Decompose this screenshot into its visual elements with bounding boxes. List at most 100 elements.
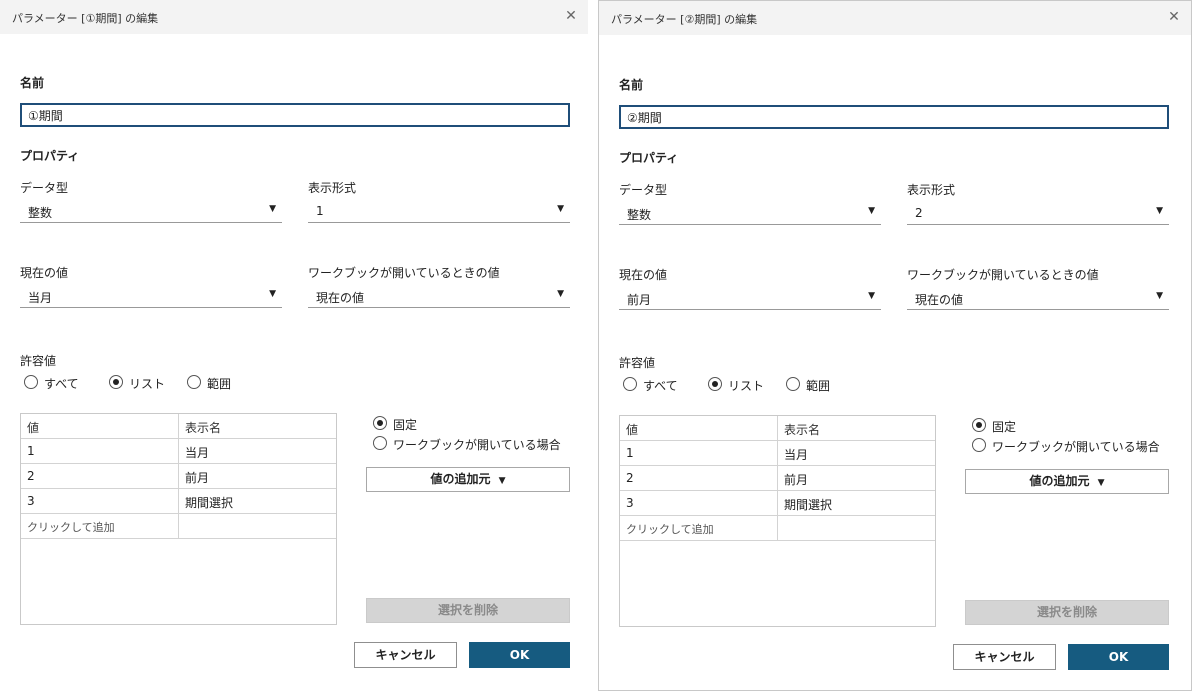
values-table: 値 表示名 1 当月 2 前月 3 期間選択 クリックして追加 bbox=[20, 413, 337, 625]
current-value-value: 前月 bbox=[627, 293, 652, 307]
data-type-select[interactable]: 整数 ▼ bbox=[619, 201, 881, 225]
current-value-value: 当月 bbox=[28, 291, 53, 305]
data-type-value: 整数 bbox=[627, 208, 652, 222]
dialog-title: パラメーター [①期間] の編集 bbox=[12, 12, 159, 25]
table-cell-value[interactable]: 1 bbox=[620, 441, 778, 466]
workbook-open-value-select[interactable]: 現在の値 ▼ bbox=[907, 286, 1169, 310]
chevron-down-icon: ▼ bbox=[498, 476, 506, 486]
radio-selected-icon bbox=[109, 375, 123, 389]
column-header-value[interactable]: 値 bbox=[21, 414, 179, 439]
workbook-open-value: 現在の値 bbox=[915, 293, 964, 307]
radio-label: 範囲 bbox=[806, 379, 831, 393]
table-cell-value[interactable]: 2 bbox=[620, 466, 778, 491]
click-to-add-cell[interactable]: クリックして追加 bbox=[620, 516, 778, 541]
radio-icon bbox=[972, 438, 986, 452]
edit-parameter-dialog-2: パラメーター [②期間] の編集 ✕ 名前 プロパティ データ型 整数 ▼ 表示… bbox=[598, 0, 1192, 691]
properties-label: プロパティ bbox=[20, 149, 80, 163]
table-header-row: 値 表示名 bbox=[21, 414, 336, 439]
dialog-titlebar: パラメーター [①期間] の編集 ✕ bbox=[0, 0, 588, 34]
table-cell-display-name[interactable]: 当月 bbox=[179, 439, 336, 464]
table-row[interactable]: 3 期間選択 bbox=[21, 489, 336, 514]
table-row[interactable]: 2 前月 bbox=[620, 466, 935, 491]
radio-icon bbox=[187, 375, 201, 389]
display-format-select[interactable]: 1 ▼ bbox=[308, 199, 570, 223]
display-format-label: 表示形式 bbox=[308, 181, 357, 195]
properties-label: プロパティ bbox=[619, 151, 679, 165]
current-value-select[interactable]: 前月 ▼ bbox=[619, 286, 881, 310]
current-value-select[interactable]: 当月 ▼ bbox=[20, 284, 282, 308]
allowed-values-label: 許容値 bbox=[20, 354, 57, 368]
dialog-titlebar: パラメーター [②期間] の編集 ✕ bbox=[599, 1, 1191, 35]
add-values-from-label: 値の追加元 bbox=[430, 472, 491, 486]
display-format-label: 表示形式 bbox=[907, 183, 956, 197]
radio-icon bbox=[373, 436, 387, 450]
add-values-from-button[interactable]: 値の追加元 ▼ bbox=[366, 467, 570, 492]
ok-button[interactable]: OK bbox=[469, 642, 570, 668]
table-cell-value[interactable]: 2 bbox=[21, 464, 179, 489]
table-row[interactable]: 3 期間選択 bbox=[620, 491, 935, 516]
table-cell-value[interactable]: 1 bbox=[21, 439, 179, 464]
chevron-down-icon: ▼ bbox=[868, 206, 875, 216]
ok-button[interactable]: OK bbox=[1068, 644, 1169, 670]
chevron-down-icon: ▼ bbox=[557, 204, 564, 214]
column-header-display-name[interactable]: 表示名 bbox=[179, 414, 336, 439]
edit-parameter-dialog-1: パラメーター [①期間] の編集 ✕ 名前 プロパティ データ型 整数 ▼ 表示… bbox=[0, 0, 588, 691]
radio-icon bbox=[786, 377, 800, 391]
workbook-open-value-label: ワークブックが開いているときの値 bbox=[907, 268, 1099, 282]
close-icon[interactable]: ✕ bbox=[562, 7, 580, 25]
table-row[interactable]: 1 当月 bbox=[620, 441, 935, 466]
click-to-add-cell[interactable]: クリックして追加 bbox=[21, 514, 179, 539]
chevron-down-icon: ▼ bbox=[868, 291, 875, 301]
chevron-down-icon: ▼ bbox=[557, 289, 564, 299]
name-input[interactable] bbox=[619, 105, 1169, 129]
current-value-label: 現在の値 bbox=[20, 266, 69, 280]
display-format-value: 1 bbox=[316, 204, 324, 218]
column-header-value[interactable]: 値 bbox=[620, 416, 778, 441]
radio-icon bbox=[24, 375, 38, 389]
data-type-value: 整数 bbox=[28, 206, 53, 220]
radio-icon bbox=[623, 377, 637, 391]
current-value-label: 現在の値 bbox=[619, 268, 668, 282]
add-values-from-button[interactable]: 値の追加元 ▼ bbox=[965, 469, 1169, 494]
table-row[interactable]: 2 前月 bbox=[21, 464, 336, 489]
dialog-title: パラメーター [②期間] の編集 bbox=[611, 13, 758, 26]
table-cell-value[interactable]: 3 bbox=[620, 491, 778, 516]
add-values-from-label: 値の追加元 bbox=[1029, 474, 1090, 488]
radio-label: すべて bbox=[643, 379, 678, 393]
table-cell-value[interactable]: 3 bbox=[21, 489, 179, 514]
name-label: 名前 bbox=[20, 76, 45, 90]
delete-selection-button[interactable]: 選択を削除 bbox=[366, 598, 570, 623]
table-cell-display-name[interactable]: 前月 bbox=[778, 466, 935, 491]
cancel-button[interactable]: キャンセル bbox=[953, 644, 1056, 670]
radio-label: リスト bbox=[728, 379, 765, 393]
name-label: 名前 bbox=[619, 78, 644, 92]
table-row[interactable]: 1 当月 bbox=[21, 439, 336, 464]
table-cell-display-name[interactable]: 期間選択 bbox=[179, 489, 336, 514]
table-cell-display-name[interactable]: 当月 bbox=[778, 441, 935, 466]
chevron-down-icon: ▼ bbox=[1097, 478, 1105, 488]
delete-selection-button[interactable]: 選択を削除 bbox=[965, 600, 1169, 625]
display-format-select[interactable]: 2 ▼ bbox=[907, 201, 1169, 225]
chevron-down-icon: ▼ bbox=[269, 289, 276, 299]
data-type-select[interactable]: 整数 ▼ bbox=[20, 199, 282, 223]
name-input[interactable] bbox=[20, 103, 570, 127]
radio-selected-icon bbox=[373, 416, 387, 430]
table-cell-display-name[interactable] bbox=[778, 516, 935, 541]
column-header-display-name[interactable]: 表示名 bbox=[778, 416, 935, 441]
close-icon[interactable]: ✕ bbox=[1165, 8, 1183, 26]
radio-label: ワークブックが開いている場合 bbox=[393, 438, 561, 452]
table-add-row[interactable]: クリックして追加 bbox=[21, 514, 336, 539]
table-add-row[interactable]: クリックして追加 bbox=[620, 516, 935, 541]
cancel-button[interactable]: キャンセル bbox=[354, 642, 457, 668]
chevron-down-icon: ▼ bbox=[1156, 291, 1163, 301]
table-cell-display-name[interactable]: 前月 bbox=[179, 464, 336, 489]
radio-label: 固定 bbox=[393, 418, 418, 432]
data-type-label: データ型 bbox=[619, 183, 668, 197]
radio-label: ワークブックが開いている場合 bbox=[992, 440, 1160, 454]
table-cell-display-name[interactable] bbox=[179, 514, 336, 539]
radio-label: 固定 bbox=[992, 420, 1017, 434]
table-header-row: 値 表示名 bbox=[620, 416, 935, 441]
workbook-open-value-select[interactable]: 現在の値 ▼ bbox=[308, 284, 570, 308]
table-cell-display-name[interactable]: 期間選択 bbox=[778, 491, 935, 516]
workbook-open-value-label: ワークブックが開いているときの値 bbox=[308, 266, 500, 280]
